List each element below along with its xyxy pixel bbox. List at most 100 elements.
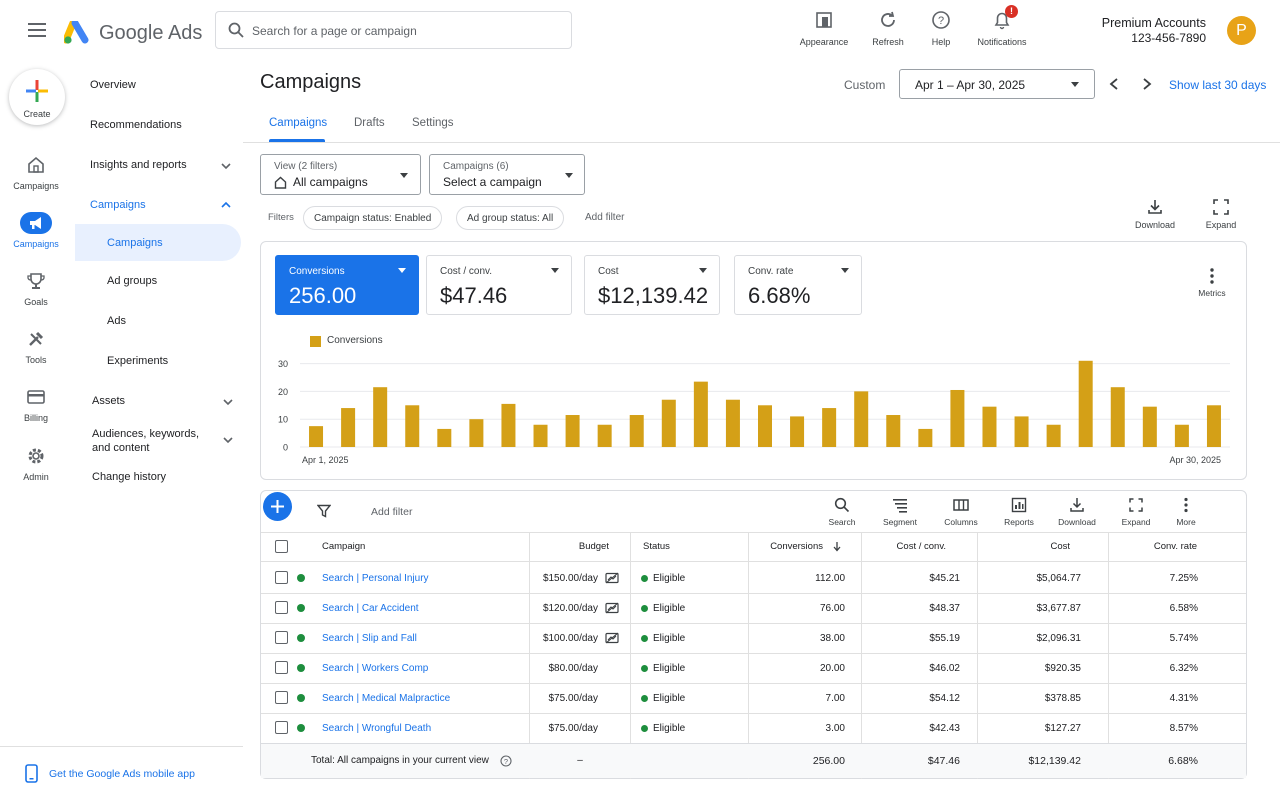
rail-admin[interactable]: Admin	[0, 445, 72, 482]
row-checkbox[interactable]	[275, 571, 288, 584]
header-status[interactable]: Status	[643, 541, 670, 552]
metric-card-cost-per-conv[interactable]: Cost / conv. $47.46	[426, 255, 572, 315]
tab-settings[interactable]: Settings	[412, 117, 454, 129]
metric-card-cost[interactable]: Cost $12,139.42	[584, 255, 720, 315]
filter-chip-campaign-status[interactable]: Campaign status: Enabled	[303, 206, 443, 230]
help-button[interactable]: ? Help	[922, 8, 960, 47]
account-id[interactable]: 123-456-7890	[1096, 31, 1206, 45]
filter-chip-ad-group-status[interactable]: Ad group status: All	[456, 206, 565, 230]
budget-value[interactable]: $120.00/day	[530, 603, 598, 614]
refresh-button[interactable]: Refresh	[866, 8, 910, 47]
campaign-name-link[interactable]: Search | Slip and Fall	[322, 633, 417, 644]
table-add-filter[interactable]: Add filter	[371, 506, 412, 518]
app-title[interactable]: Google Ads	[99, 22, 202, 45]
google-ads-logo-icon[interactable]	[64, 21, 90, 45]
budget-value[interactable]: $80.00/day	[530, 663, 599, 674]
nav-audiences-keywords-content[interactable]: Audiences, keywords, and content	[92, 427, 220, 455]
cost-per-conv-value: $42.43	[929, 723, 960, 734]
dropdown-arrow-icon[interactable]	[398, 268, 406, 273]
view-selector[interactable]: View (2 filters) All campaigns	[260, 154, 421, 195]
dropdown-arrow-icon[interactable]	[699, 268, 707, 273]
header-conv-rate[interactable]: Conv. rate	[1109, 541, 1197, 552]
table-columns-button[interactable]: Columns	[941, 497, 981, 527]
nav-campaigns[interactable]: Campaigns	[107, 237, 163, 249]
table-search-button[interactable]: Search	[824, 497, 860, 527]
download-button[interactable]: Download	[1131, 198, 1179, 230]
create-button[interactable]: Create	[9, 69, 65, 125]
campaign-name-link[interactable]: Search | Wrongful Death	[322, 723, 431, 734]
header-campaign[interactable]: Campaign	[322, 541, 365, 552]
sort-down-icon[interactable]	[832, 541, 842, 552]
dropdown-arrow-icon[interactable]	[841, 268, 849, 273]
show-last-30-days-link[interactable]: Show last 30 days	[1169, 78, 1266, 92]
tab-drafts[interactable]: Drafts	[354, 117, 385, 129]
rail-tools[interactable]: Tools	[0, 328, 72, 365]
campaign-name-link[interactable]: Search | Car Accident	[322, 603, 419, 614]
row-checkbox[interactable]	[275, 631, 288, 644]
chevron-down-icon[interactable]	[220, 160, 232, 172]
nav-ads[interactable]: Ads	[107, 315, 126, 327]
chevron-down-icon[interactable]	[222, 396, 234, 408]
chevron-right-icon[interactable]	[1141, 77, 1153, 91]
budget-limited-icon[interactable]	[605, 632, 619, 644]
campaign-name-link[interactable]: Search | Personal Injury	[322, 573, 429, 584]
budget-value[interactable]: $100.00/day	[530, 633, 598, 644]
campaign-selector[interactable]: Campaigns (6) Select a campaign	[429, 154, 585, 195]
metric-card-conversions[interactable]: Conversions 256.00	[275, 255, 419, 315]
row-checkbox[interactable]	[275, 691, 288, 704]
rail-campaigns[interactable]: Campaigns	[0, 212, 72, 249]
budget-limited-icon[interactable]	[605, 602, 619, 614]
nav-experiments[interactable]: Experiments	[107, 355, 168, 367]
tab-campaigns[interactable]: Campaigns	[269, 117, 327, 129]
campaign-name-link[interactable]: Search | Workers Comp	[322, 663, 428, 674]
metrics-button[interactable]: Metrics	[1196, 268, 1228, 298]
header-cost[interactable]: Cost	[978, 541, 1070, 552]
mobile-app-link[interactable]: Get the Google Ads mobile app	[49, 768, 195, 780]
add-filter-link[interactable]: Add filter	[585, 212, 624, 223]
date-range-picker[interactable]: Apr 1 – Apr 30, 2025	[899, 69, 1095, 99]
rail-billing[interactable]: Billing	[0, 386, 72, 423]
notifications-button[interactable]: ! Notifications	[974, 5, 1030, 47]
account-name[interactable]: Premium Accounts	[1096, 16, 1206, 30]
budget-value[interactable]: $150.00/day	[530, 573, 598, 584]
table-expand-button[interactable]: Expand	[1118, 497, 1154, 527]
add-campaign-button[interactable]	[263, 492, 292, 521]
search-box[interactable]: Search for a page or campaign	[215, 11, 572, 49]
nav-ad-groups[interactable]: Ad groups	[107, 275, 157, 287]
nav-change-history[interactable]: Change history	[92, 471, 166, 483]
appearance-button[interactable]: Appearance	[796, 8, 852, 47]
table-more-button[interactable]: More	[1170, 497, 1202, 527]
appearance-label: Appearance	[799, 37, 849, 47]
help-icon[interactable]: ?	[500, 755, 512, 767]
dropdown-arrow-icon[interactable]	[551, 268, 559, 273]
nav-campaigns-group[interactable]: Campaigns	[90, 199, 146, 211]
chevron-left-icon[interactable]	[1108, 77, 1120, 91]
expand-button[interactable]: Expand	[1200, 198, 1242, 230]
budget-value[interactable]: $75.00/day	[530, 723, 599, 734]
avatar[interactable]: P	[1227, 16, 1256, 45]
table-reports-button[interactable]: Reports	[1000, 497, 1038, 527]
rail-campaigns-home[interactable]: Campaigns	[0, 154, 72, 191]
row-checkbox[interactable]	[275, 601, 288, 614]
header-budget[interactable]: Budget	[530, 541, 609, 552]
menu-icon[interactable]	[28, 22, 46, 38]
budget-limited-icon[interactable]	[605, 572, 619, 584]
budget-value[interactable]: $75.00/day	[530, 693, 599, 704]
chevron-down-icon[interactable]	[222, 434, 234, 446]
nav-overview[interactable]: Overview	[90, 79, 136, 91]
nav-assets[interactable]: Assets	[92, 395, 125, 407]
nav-recommendations[interactable]: Recommendations	[90, 119, 182, 131]
row-checkbox[interactable]	[275, 721, 288, 734]
select-all-checkbox[interactable]	[275, 540, 288, 553]
chevron-up-icon[interactable]	[220, 199, 232, 211]
nav-insights-and-reports[interactable]: Insights and reports	[90, 159, 187, 171]
header-conversions[interactable]: Conversions	[749, 541, 823, 552]
rail-goals[interactable]: Goals	[0, 270, 72, 307]
filter-icon[interactable]	[317, 504, 331, 518]
table-download-button[interactable]: Download	[1055, 497, 1099, 527]
row-checkbox[interactable]	[275, 661, 288, 674]
campaign-name-link[interactable]: Search | Medical Malpractice	[322, 693, 450, 704]
metric-card-conv-rate[interactable]: Conv. rate 6.68%	[734, 255, 862, 315]
header-cost-per-conv[interactable]: Cost / conv.	[862, 541, 946, 552]
table-segment-button[interactable]: Segment	[880, 497, 920, 527]
